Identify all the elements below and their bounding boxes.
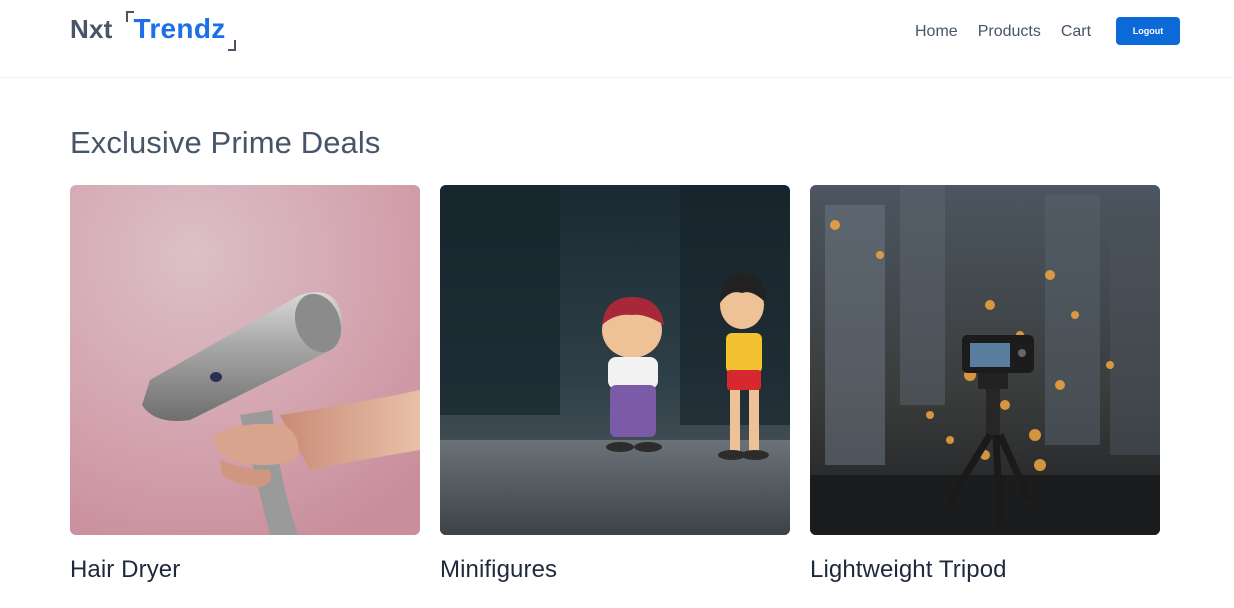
hair-dryer-photo bbox=[70, 185, 420, 535]
logo-brand: Trendz bbox=[133, 13, 226, 44]
hair-dryer-image[interactable] bbox=[70, 185, 420, 535]
product-title[interactable]: Lightweight Tripod bbox=[810, 556, 1160, 584]
logout-button[interactable]: Logout bbox=[1116, 17, 1180, 45]
product-card-tripod[interactable]: Lightweight Tripod bbox=[810, 185, 1160, 605]
nav-links: Home Products Cart bbox=[915, 22, 1111, 42]
navbar: Nxt Trendz Home Products Cart Logout bbox=[0, 0, 1234, 78]
minifigures-photo bbox=[440, 185, 790, 535]
logo-bracket: Trendz bbox=[125, 10, 236, 51]
nav-link-home[interactable]: Home bbox=[915, 22, 958, 42]
logo-corner-bottom-right bbox=[227, 40, 236, 51]
minifigures-image[interactable] bbox=[440, 185, 790, 535]
product-title[interactable]: Hair Dryer bbox=[70, 556, 420, 584]
tripod-image[interactable] bbox=[810, 185, 1160, 535]
product-title[interactable]: Minifigures bbox=[440, 556, 790, 584]
nxt-trendz-logo[interactable]: Nxt Trendz bbox=[70, 10, 236, 51]
nav-link-cart[interactable]: Cart bbox=[1061, 22, 1091, 42]
logo-corner-top-left bbox=[125, 11, 134, 22]
tripod-photo bbox=[810, 185, 1160, 535]
section-heading: Exclusive Prime Deals bbox=[70, 125, 381, 160]
product-card-hair-dryer[interactable]: Hair Dryer bbox=[70, 185, 420, 605]
product-card-minifigures[interactable]: Minifigures bbox=[440, 185, 790, 605]
logo-prefix: Nxt bbox=[70, 14, 113, 44]
nav-link-products[interactable]: Products bbox=[978, 22, 1041, 42]
